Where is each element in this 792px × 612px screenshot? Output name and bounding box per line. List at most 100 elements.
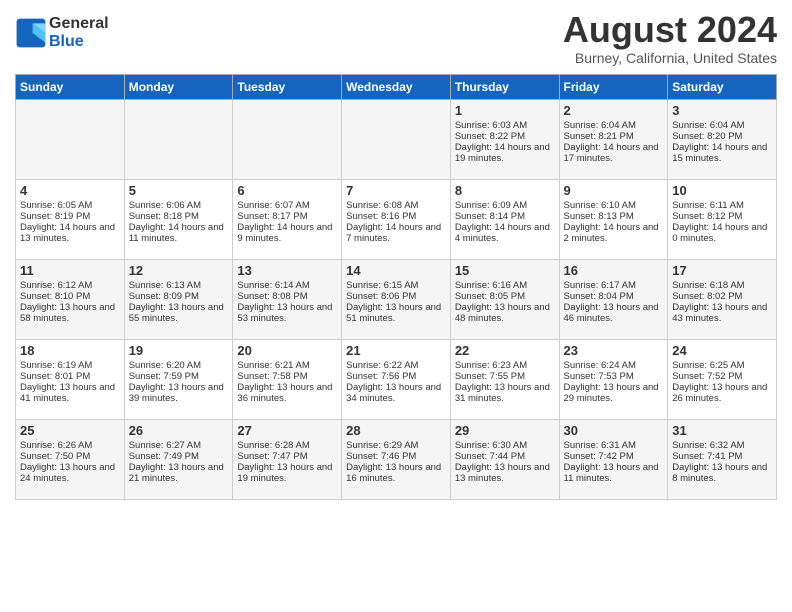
day-number: 27 bbox=[237, 423, 337, 438]
cell-w2-d2: 5 Sunrise: 6:06 AMSunset: 8:18 PMDaylight… bbox=[124, 179, 233, 259]
daylight-text: Daylight: 13 hours and 11 minutes. bbox=[564, 462, 664, 484]
day-number: 4 bbox=[20, 183, 120, 198]
day-number: 5 bbox=[129, 183, 229, 198]
daylight-text: Daylight: 13 hours and 19 minutes. bbox=[237, 462, 337, 484]
day-number: 12 bbox=[129, 263, 229, 278]
sunset-text: Sunset: 7:41 PM bbox=[672, 451, 772, 462]
month-title: August 2024 bbox=[563, 10, 777, 50]
day-number: 1 bbox=[455, 103, 555, 118]
daylight-text: Daylight: 13 hours and 29 minutes. bbox=[564, 382, 664, 404]
daylight-text: Daylight: 13 hours and 36 minutes. bbox=[237, 382, 337, 404]
sunrise-text: Sunrise: 6:16 AM bbox=[455, 280, 555, 291]
sunrise-text: Sunrise: 6:28 AM bbox=[237, 440, 337, 451]
day-number: 18 bbox=[20, 343, 120, 358]
sunset-text: Sunset: 7:58 PM bbox=[237, 371, 337, 382]
day-number: 31 bbox=[672, 423, 772, 438]
sunset-text: Sunset: 8:19 PM bbox=[20, 211, 120, 222]
cell-w5-d3: 27Sunrise: 6:28 AMSunset: 7:47 PMDayligh… bbox=[233, 419, 342, 499]
col-monday: Monday bbox=[124, 74, 233, 99]
cell-w5-d2: 26Sunrise: 6:27 AMSunset: 7:49 PMDayligh… bbox=[124, 419, 233, 499]
cell-w3-d1: 11Sunrise: 6:12 AMSunset: 8:10 PMDayligh… bbox=[16, 259, 125, 339]
day-number: 13 bbox=[237, 263, 337, 278]
day-number: 19 bbox=[129, 343, 229, 358]
day-number: 9 bbox=[564, 183, 664, 198]
cell-w5-d4: 28Sunrise: 6:29 AMSunset: 7:46 PMDayligh… bbox=[342, 419, 451, 499]
day-number: 7 bbox=[346, 183, 446, 198]
week-row-3: 11Sunrise: 6:12 AMSunset: 8:10 PMDayligh… bbox=[16, 259, 777, 339]
sunrise-text: Sunrise: 6:07 AM bbox=[237, 200, 337, 211]
sunset-text: Sunset: 7:44 PM bbox=[455, 451, 555, 462]
day-number: 16 bbox=[564, 263, 664, 278]
daylight-text: Daylight: 13 hours and 51 minutes. bbox=[346, 302, 446, 324]
sunrise-text: Sunrise: 6:11 AM bbox=[672, 200, 772, 211]
sunset-text: Sunset: 8:04 PM bbox=[564, 291, 664, 302]
cell-w5-d5: 29Sunrise: 6:30 AMSunset: 7:44 PMDayligh… bbox=[450, 419, 559, 499]
day-number: 15 bbox=[455, 263, 555, 278]
cell-w5-d6: 30Sunrise: 6:31 AMSunset: 7:42 PMDayligh… bbox=[559, 419, 668, 499]
sunset-text: Sunset: 8:22 PM bbox=[455, 131, 555, 142]
daylight-text: Daylight: 14 hours and 11 minutes. bbox=[129, 222, 229, 244]
sunset-text: Sunset: 7:55 PM bbox=[455, 371, 555, 382]
day-number: 29 bbox=[455, 423, 555, 438]
cell-w1-d1 bbox=[16, 99, 125, 179]
sunset-text: Sunset: 8:17 PM bbox=[237, 211, 337, 222]
cell-w2-d3: 6Sunrise: 6:07 AMSunset: 8:17 PMDaylight… bbox=[233, 179, 342, 259]
sunrise-text: Sunrise: 6:18 AM bbox=[672, 280, 772, 291]
daylight-text: Daylight: 13 hours and 13 minutes. bbox=[455, 462, 555, 484]
sunrise-text: Sunrise: 6:22 AM bbox=[346, 360, 446, 371]
day-number: 17 bbox=[672, 263, 772, 278]
week-row-1: 1Sunrise: 6:03 AMSunset: 8:22 PMDaylight… bbox=[16, 99, 777, 179]
sunset-text: Sunset: 7:42 PM bbox=[564, 451, 664, 462]
sunrise-text: Sunrise: 6:12 AM bbox=[20, 280, 120, 291]
sunrise-text: Sunrise: 6:10 AM bbox=[564, 200, 664, 211]
sunrise-text: Sunrise: 6:31 AM bbox=[564, 440, 664, 451]
cell-w3-d6: 16Sunrise: 6:17 AMSunset: 8:04 PMDayligh… bbox=[559, 259, 668, 339]
sunrise-text: Sunrise: 6:15 AM bbox=[346, 280, 446, 291]
cell-w2-d4: 7Sunrise: 6:08 AMSunset: 8:16 PMDaylight… bbox=[342, 179, 451, 259]
page-header: General Blue August 2024 Burney, Califor… bbox=[15, 10, 777, 66]
sunrise-text: Sunrise: 6:23 AM bbox=[455, 360, 555, 371]
calendar-table: Sunday Monday Tuesday Wednesday Thursday… bbox=[15, 74, 777, 500]
sunrise-text: Sunrise: 6:19 AM bbox=[20, 360, 120, 371]
cell-w1-d7: 3Sunrise: 6:04 AMSunset: 8:20 PMDaylight… bbox=[668, 99, 777, 179]
cell-w1-d4 bbox=[342, 99, 451, 179]
sunset-text: Sunset: 8:06 PM bbox=[346, 291, 446, 302]
cell-w4-d2: 19Sunrise: 6:20 AMSunset: 7:59 PMDayligh… bbox=[124, 339, 233, 419]
day-number: 22 bbox=[455, 343, 555, 358]
sunset-text: Sunset: 8:14 PM bbox=[455, 211, 555, 222]
sunrise-text: Sunrise: 6:05 AM bbox=[20, 200, 120, 211]
day-number: 2 bbox=[564, 103, 664, 118]
week-row-5: 25Sunrise: 6:26 AMSunset: 7:50 PMDayligh… bbox=[16, 419, 777, 499]
location: Burney, California, United States bbox=[563, 50, 777, 66]
daylight-text: Daylight: 14 hours and 7 minutes. bbox=[346, 222, 446, 244]
sunset-text: Sunset: 7:50 PM bbox=[20, 451, 120, 462]
sunset-text: Sunset: 8:18 PM bbox=[129, 211, 229, 222]
day-number: 10 bbox=[672, 183, 772, 198]
sunrise-text: Sunrise: 6:04 AM bbox=[672, 120, 772, 131]
week-row-2: 4 Sunrise: 6:05 AMSunset: 8:19 PM Daylight… bbox=[16, 179, 777, 259]
col-wednesday: Wednesday bbox=[342, 74, 451, 99]
daylight-text: Daylight: 13 hours and 21 minutes. bbox=[129, 462, 229, 484]
sunrise-text: Sunrise: 6:13 AM bbox=[129, 280, 229, 291]
sunset-text: Sunset: 8:21 PM bbox=[564, 131, 664, 142]
day-number: 8 bbox=[455, 183, 555, 198]
daylight-text: Daylight: 14 hours and 17 minutes. bbox=[564, 142, 664, 164]
daylight-text: Daylight: 14 hours and 4 minutes. bbox=[455, 222, 555, 244]
daylight-text: Daylight: 13 hours and 39 minutes. bbox=[129, 382, 229, 404]
daylight-text: Daylight: 13 hours and 53 minutes. bbox=[237, 302, 337, 324]
sunrise-text: Sunrise: 6:06 AM bbox=[129, 200, 229, 211]
day-number: 21 bbox=[346, 343, 446, 358]
cell-w3-d3: 13Sunrise: 6:14 AMSunset: 8:08 PMDayligh… bbox=[233, 259, 342, 339]
day-number: 26 bbox=[129, 423, 229, 438]
cell-w1-d5: 1Sunrise: 6:03 AMSunset: 8:22 PMDaylight… bbox=[450, 99, 559, 179]
sunrise-text: Sunrise: 6:24 AM bbox=[564, 360, 664, 371]
daylight-text: Daylight: 14 hours and 19 minutes. bbox=[455, 142, 555, 164]
daylight-text: Daylight: 13 hours and 26 minutes. bbox=[672, 382, 772, 404]
cell-w3-d7: 17Sunrise: 6:18 AMSunset: 8:02 PMDayligh… bbox=[668, 259, 777, 339]
daylight-text: Daylight: 13 hours and 58 minutes. bbox=[20, 302, 120, 324]
cell-w2-d7: 10Sunrise: 6:11 AMSunset: 8:12 PMDayligh… bbox=[668, 179, 777, 259]
day-number: 6 bbox=[237, 183, 337, 198]
cell-w2-d5: 8Sunrise: 6:09 AMSunset: 8:14 PMDaylight… bbox=[450, 179, 559, 259]
sunset-text: Sunset: 8:09 PM bbox=[129, 291, 229, 302]
sunset-text: Sunset: 8:12 PM bbox=[672, 211, 772, 222]
